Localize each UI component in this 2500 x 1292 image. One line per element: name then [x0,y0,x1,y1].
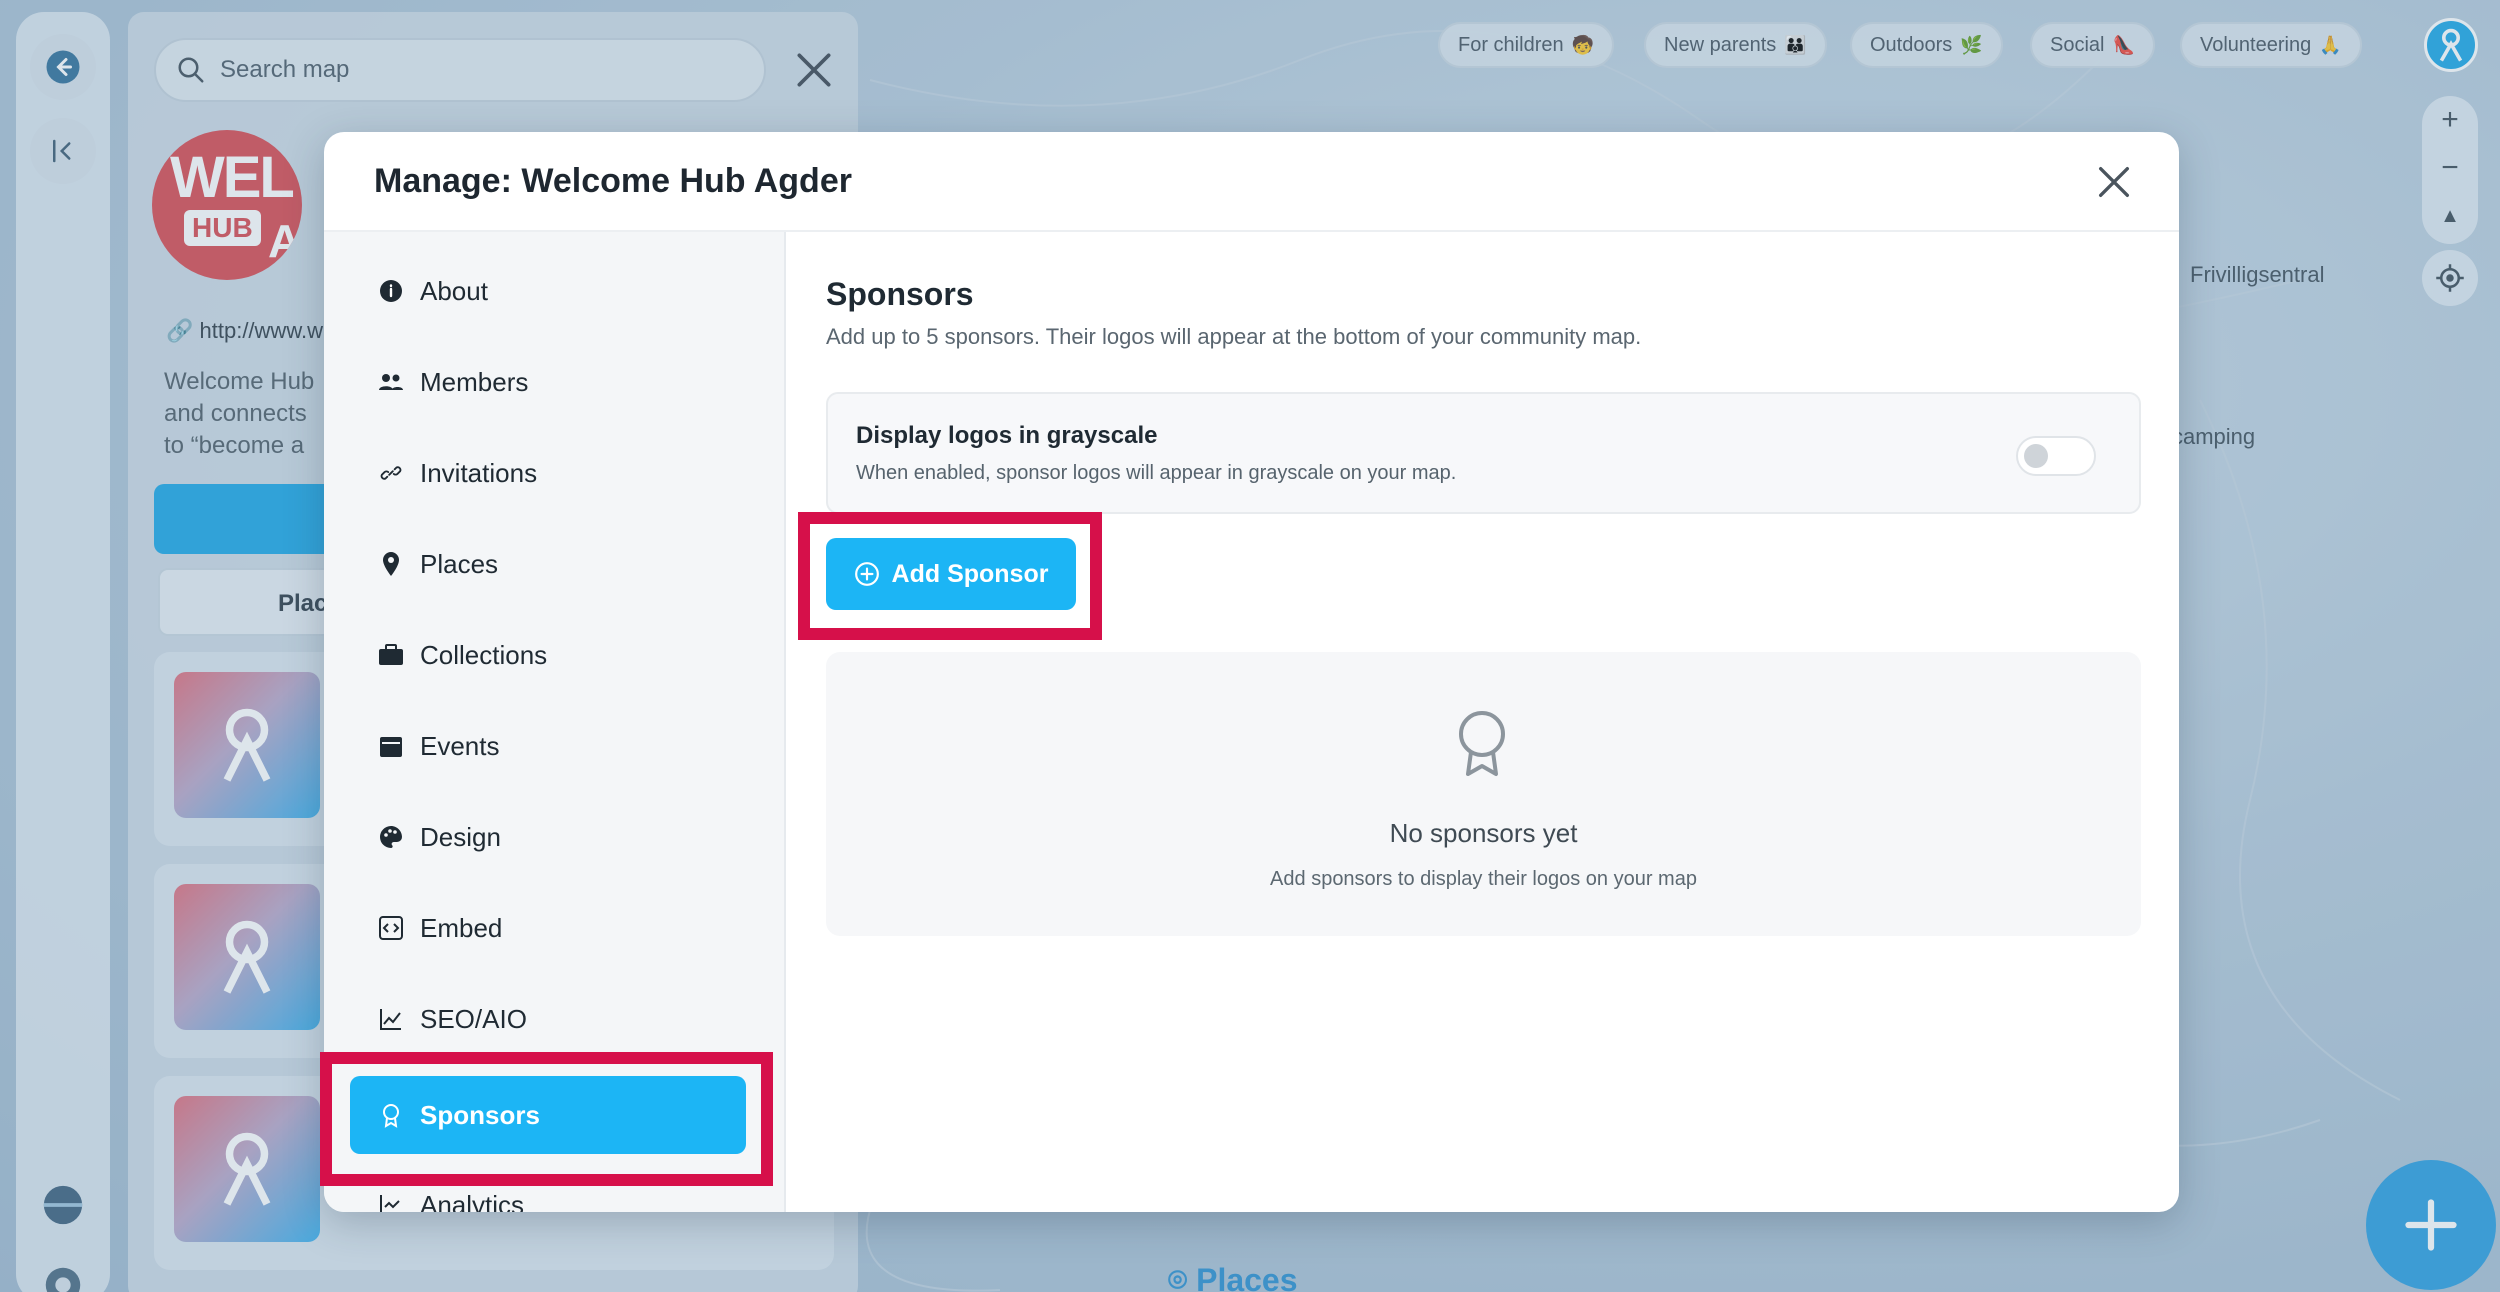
briefcase-icon [378,642,404,668]
info-icon [378,278,404,304]
analytics-icon [378,1192,404,1212]
highlight-sponsors-nav [320,1052,773,1186]
nav-item-label: Places [420,548,499,579]
close-icon[interactable] [2094,162,2134,202]
nav-item-label: Design [420,821,501,852]
highlight-add-sponsor [798,512,1102,640]
section-title: Sponsors [826,276,974,312]
nav-item-label: Invitations [420,457,538,488]
nav-item-label: SEO/AIO [420,1003,527,1034]
nav-item-label: Events [420,730,500,761]
nav-item-collections[interactable]: Collections [350,616,746,694]
grayscale-description: When enabled, sponsor logos will appear … [856,462,1457,484]
nav-item-seo[interactable]: SEO/AIO [350,980,746,1058]
link-icon [378,460,404,486]
toggle-knob [2024,444,2048,468]
award-icon [1459,711,1505,776]
chart-icon [378,1006,404,1032]
dialog-header: Manage: Welcome Hub Agder [324,132,2179,232]
nav-item-label: Members [420,366,529,397]
section-subtitle: Add up to 5 sponsors. Their logos will a… [826,324,1642,349]
members-icon [378,369,404,395]
nav-item-about[interactable]: About [350,252,746,330]
calendar-icon [378,733,404,759]
empty-state: No sponsors yet Add sponsors to display … [826,652,2141,936]
nav-item-label: Analytics [420,1189,525,1213]
nav-item-design[interactable]: Design [350,798,746,876]
dialog-title: Manage: Welcome Hub Agder [374,162,852,200]
manage-dialog: Manage: Welcome Hub Agder About Members … [324,132,2179,1212]
empty-title: No sponsors yet [1389,818,1578,848]
pin-icon [378,551,404,577]
nav-item-label: About [420,275,488,306]
nav-item-label: Embed [420,912,503,943]
code-icon [378,915,404,941]
nav-item-embed[interactable]: Embed [350,889,746,967]
palette-icon [378,824,404,850]
empty-subtitle: Add sponsors to display their logos on y… [1270,868,1697,890]
sponsors-section: Sponsors Add up to 5 sponsors. Their log… [826,232,2151,1212]
nav-item-places[interactable]: Places [350,525,746,603]
grayscale-title: Display logos in grayscale [856,422,1158,449]
nav-item-events[interactable]: Events [350,707,746,785]
nav-item-label: Collections [420,639,548,670]
grayscale-toggle[interactable] [2016,436,2096,476]
nav-item-invitations[interactable]: Invitations [350,434,746,512]
grayscale-setting: Display logos in grayscale When enabled,… [826,392,2141,514]
nav-item-members[interactable]: Members [350,343,746,421]
